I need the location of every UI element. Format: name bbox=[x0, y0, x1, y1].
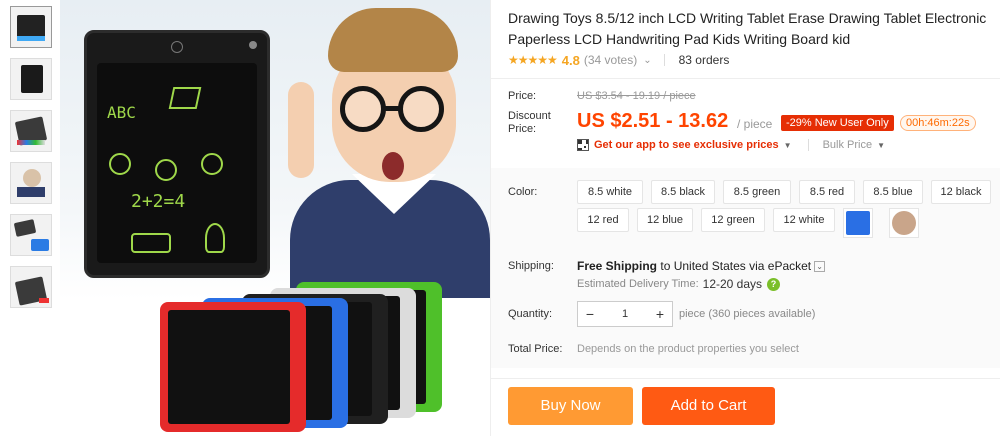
orders-count: 83 orders bbox=[678, 53, 730, 67]
price-unit: / piece bbox=[737, 117, 773, 131]
decrease-quantity-button[interactable]: − bbox=[578, 306, 602, 322]
color-image-option-blue[interactable] bbox=[843, 208, 873, 238]
color-option[interactable]: 12 blue bbox=[637, 208, 693, 232]
color-option[interactable]: 8.5 black bbox=[651, 180, 715, 204]
tablet-abc-text: ABC bbox=[107, 103, 136, 122]
product-title: Drawing Toys 8.5/12 inch LCD Writing Tab… bbox=[508, 10, 987, 47]
divider bbox=[491, 378, 1000, 379]
total-price-note: Depends on the product properties you se… bbox=[577, 343, 799, 355]
color-option[interactable]: 12 white bbox=[773, 208, 835, 232]
caret-down-icon[interactable]: ▼ bbox=[784, 141, 792, 150]
quantity-label: Quantity: bbox=[508, 308, 553, 320]
delivery-days: 12-20 days bbox=[702, 277, 763, 291]
delivery-time-label: Estimated Delivery Time: bbox=[577, 278, 699, 290]
thumbnail-2[interactable] bbox=[10, 58, 52, 100]
thumbnail-5[interactable] bbox=[10, 214, 52, 256]
quantity-stepper: − 1 + bbox=[577, 301, 673, 327]
buy-now-button[interactable]: Buy Now bbox=[508, 387, 633, 425]
quantity-availability: piece (360 pieces available) bbox=[679, 308, 816, 320]
lcd-tablet-illustration: ABC 2+2=4 bbox=[84, 30, 270, 278]
thumbnail-gallery bbox=[10, 6, 54, 318]
quantity-input[interactable]: 1 bbox=[602, 308, 648, 320]
tablet-sum-text: 2+2=4 bbox=[131, 191, 186, 212]
bulk-price-link[interactable]: Bulk Price bbox=[807, 139, 872, 151]
thumbnail-3[interactable] bbox=[10, 110, 52, 152]
shipping-label: Shipping: bbox=[508, 260, 554, 272]
discount-price: US $2.51 - 13.62 bbox=[577, 110, 729, 132]
discount-price-label: Discount Price: bbox=[508, 110, 551, 135]
star-rating-icon: ★★★★★ bbox=[508, 53, 558, 67]
delivery-time: Estimated Delivery Time: 12-20 days ? bbox=[577, 277, 781, 291]
thumbnail-1[interactable] bbox=[10, 6, 52, 48]
product-info-panel: Drawing Toys 8.5/12 inch LCD Writing Tab… bbox=[490, 0, 1000, 436]
color-option[interactable]: 8.5 green bbox=[723, 180, 791, 204]
color-option[interactable]: 12 green bbox=[701, 208, 765, 232]
help-icon[interactable]: ? bbox=[767, 277, 781, 291]
color-option[interactable]: 8.5 blue bbox=[863, 180, 923, 204]
rating-score: 4.8 bbox=[561, 52, 580, 68]
color-option[interactable]: 12 red bbox=[577, 208, 629, 232]
price-label: Price: bbox=[508, 90, 537, 102]
color-option[interactable]: 12 black bbox=[931, 180, 991, 204]
chevron-down-icon[interactable]: ⌄ bbox=[814, 260, 826, 272]
countdown-timer: 00h:46m:22s bbox=[900, 115, 976, 131]
divider bbox=[491, 78, 1000, 79]
color-label: Color: bbox=[508, 186, 538, 198]
app-promo-link[interactable]: Get our app to see exclusive prices bbox=[594, 139, 779, 151]
original-price: US $3.54 - 19.19 / piece bbox=[577, 90, 696, 102]
rating-row: ★★★★★ 4.8 (34 votes) ⌄ 83 orders bbox=[508, 52, 729, 68]
total-price-label: Total Price: bbox=[508, 343, 563, 355]
shipping-country: United States bbox=[673, 259, 746, 273]
color-image-option-photo[interactable] bbox=[889, 208, 919, 238]
chevron-down-icon[interactable]: ⌄ bbox=[643, 55, 651, 66]
increase-quantity-button[interactable]: + bbox=[648, 306, 672, 322]
color-option[interactable]: 8.5 white bbox=[577, 180, 643, 204]
thumbnail-4[interactable] bbox=[10, 162, 52, 204]
caret-down-icon[interactable]: ▼ bbox=[877, 141, 885, 150]
votes-link[interactable]: (34 votes) bbox=[584, 53, 637, 67]
boy-with-glasses-photo bbox=[270, 8, 490, 298]
shipping-to-text: to bbox=[660, 259, 671, 273]
qr-code-icon bbox=[577, 139, 589, 151]
divider bbox=[663, 54, 665, 66]
shipping-method: via ePacket bbox=[749, 259, 812, 273]
colored-tablets-stack bbox=[160, 282, 450, 432]
color-option[interactable]: 8.5 red bbox=[799, 180, 855, 204]
add-to-cart-button[interactable]: Add to Cart bbox=[642, 387, 775, 425]
new-user-badge: -29% New User Only bbox=[781, 115, 894, 131]
shipping-info[interactable]: Free Shipping to United States via ePack… bbox=[577, 259, 826, 273]
main-product-image[interactable]: ABC 2+2=4 bbox=[60, 0, 490, 436]
app-promo-row: Get our app to see exclusive prices ▼ Bu… bbox=[577, 139, 885, 151]
thumbnail-6[interactable] bbox=[10, 266, 52, 308]
free-shipping-text: Free Shipping bbox=[577, 259, 658, 273]
